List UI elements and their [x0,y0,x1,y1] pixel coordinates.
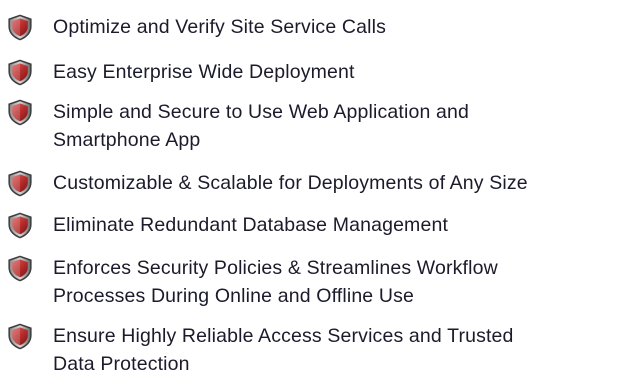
feature-text: Optimize and Verify Site Service Calls [53,16,386,38]
feature-text: Enforces Security Policies & Streamlines… [53,257,498,307]
shield-icon [7,323,33,350]
shield-icon [7,99,33,126]
feature-text: Simple and Secure to Use Web Application… [53,101,469,151]
feature-text: Easy Enterprise Wide Deployment [53,61,355,83]
feature-list: Optimize and Verify Site Service Calls E… [0,0,641,375]
feature-text: Customizable & Scalable for Deployments … [53,172,528,194]
shield-icon [7,14,33,41]
shield-icon [7,59,33,86]
shield-icon [7,170,33,197]
shield-icon [7,212,33,239]
shield-icon [7,255,33,282]
feature-text: Eliminate Redundant Database Management [53,214,449,236]
feature-text: Ensure Highly Reliable Access Services a… [53,325,514,375]
